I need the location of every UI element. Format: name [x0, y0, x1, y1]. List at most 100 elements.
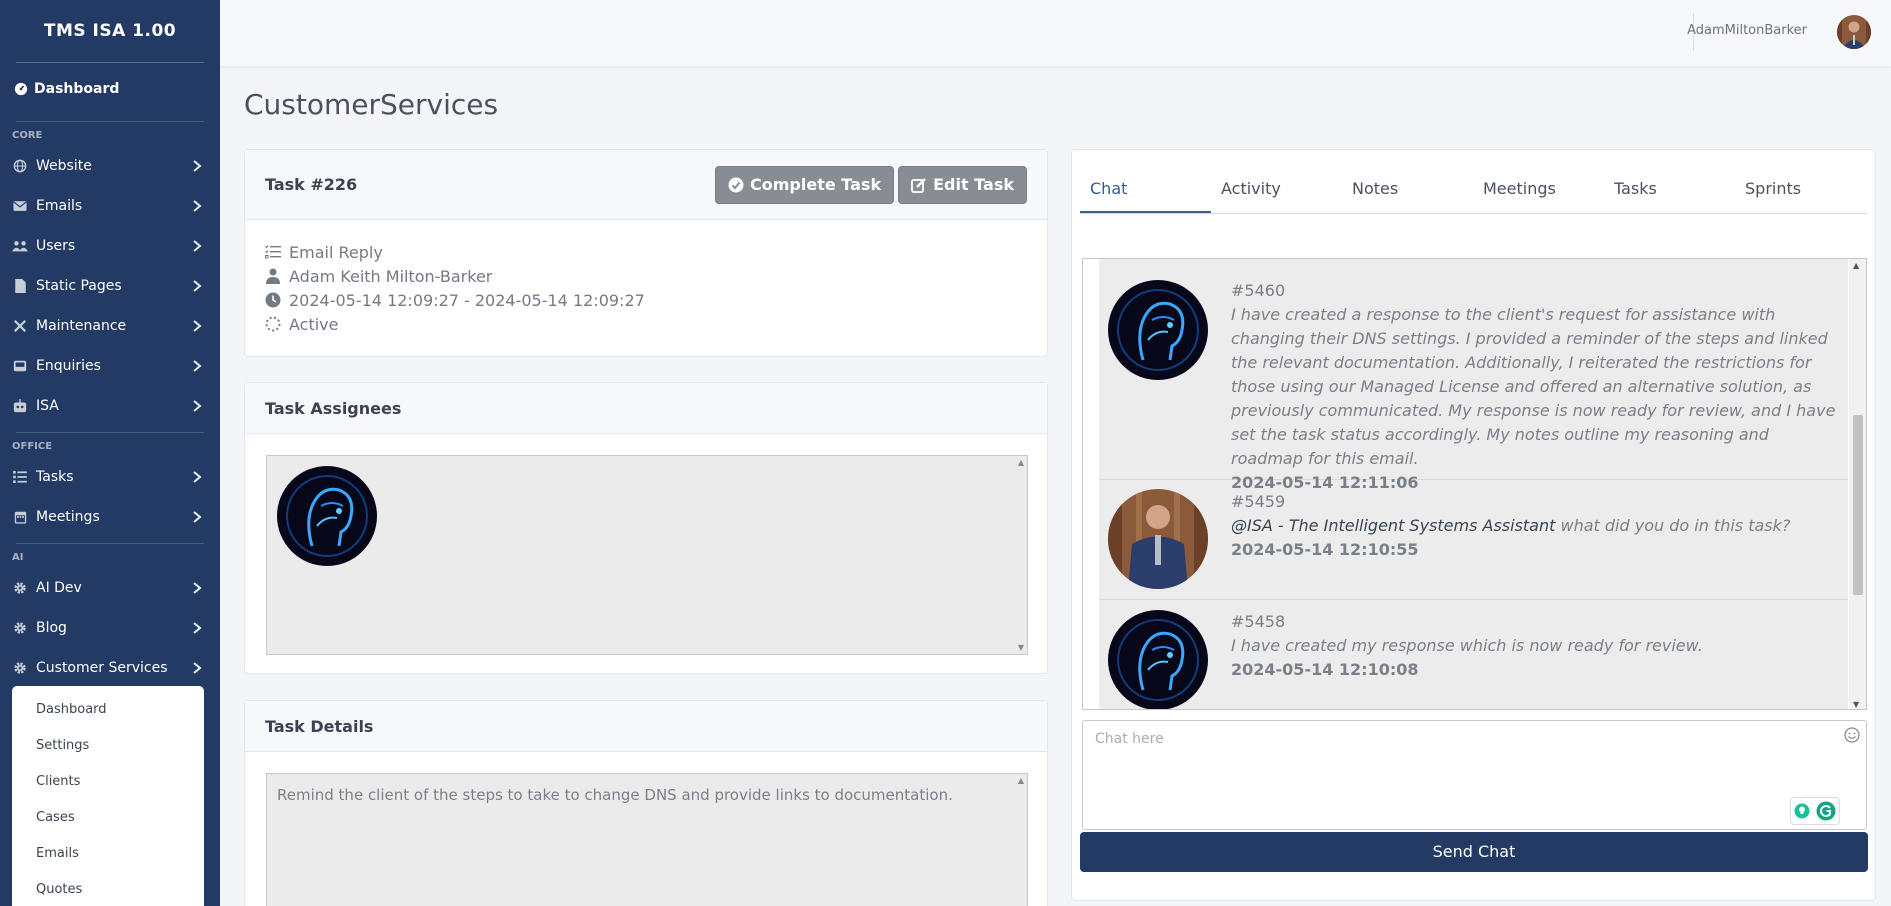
sidebar-item-website[interactable]: Website	[0, 146, 220, 186]
send-chat-button[interactable]: Send Chat	[1080, 832, 1868, 872]
sidebar-item-enquiries[interactable]: Enquiries	[0, 346, 220, 386]
section-heading-core: CORE	[12, 130, 43, 141]
task-dates: 2024-05-14 12:09:27 - 2024-05-14 12:09:2…	[289, 290, 645, 310]
check-circle-icon	[728, 177, 744, 192]
edit-task-button[interactable]: Edit Task	[898, 165, 1027, 204]
tab-notes[interactable]: Notes	[1342, 164, 1473, 213]
gear-icon	[12, 660, 28, 676]
sidebar-item-label: Tasks	[36, 469, 74, 485]
lightbulb-icon	[1794, 803, 1810, 819]
chat-message: #5459 @ISA - The Intelligent Systems Ass…	[1099, 480, 1848, 600]
sidebar-item-label: Maintenance	[36, 318, 127, 334]
sidebar-item-label: Static Pages	[36, 278, 122, 294]
chat-message-list: #5460 I have created a response to the c…	[1099, 259, 1848, 709]
tab-sprints[interactable]: Sprints	[1735, 164, 1866, 213]
submenu-item-dashboard[interactable]: Dashboard	[12, 692, 204, 728]
tab-tasks[interactable]: Tasks	[1604, 164, 1735, 213]
task-owner: Adam Keith Milton-Barker	[289, 266, 493, 286]
spinner-icon	[265, 316, 281, 332]
emoji-icon[interactable]	[1844, 727, 1860, 747]
task-title: Task #226	[265, 175, 358, 194]
task-card: Task #226 Complete Task Edit Task Email …	[244, 149, 1048, 357]
customer-services-submenu: Dashboard Settings Clients Cases Emails …	[12, 686, 204, 906]
sidebar-item-label: Users	[36, 238, 76, 254]
edit-task-label: Edit Task	[933, 175, 1014, 194]
file-icon	[12, 278, 28, 294]
complete-task-button[interactable]: Complete Task	[715, 165, 895, 204]
scroll-up-arrow[interactable]: ▲	[1018, 458, 1024, 467]
assignee-avatar[interactable]	[277, 466, 377, 566]
user-avatar[interactable]	[1837, 15, 1871, 49]
assignees-list[interactable]: ▲ ▼	[266, 455, 1028, 655]
task-dates-row: 2024-05-14 12:09:27 - 2024-05-14 12:09:2…	[265, 288, 1027, 312]
chat-input[interactable]: Chat here	[1082, 720, 1867, 830]
complete-task-label: Complete Task	[750, 175, 882, 194]
submenu-item-quotes[interactable]: Quotes	[12, 872, 204, 906]
task-assignees-card: Task Assignees ▲ ▼	[244, 382, 1048, 674]
sidebar-item-static-pages[interactable]: Static Pages	[0, 266, 220, 306]
sidebar-item-blog[interactable]: Blog	[0, 608, 220, 648]
task-status-row: Active	[265, 312, 1027, 336]
chat-message-id: #5460	[1231, 281, 1286, 300]
sidebar-item-label: AI Dev	[36, 580, 82, 596]
submenu-item-clients[interactable]: Clients	[12, 764, 204, 800]
inbox-icon	[12, 358, 28, 374]
chat-message-body: #5458 I have created my response which i…	[1231, 610, 1840, 682]
task-details-text-box[interactable]: Remind the client of the steps to take t…	[266, 773, 1028, 906]
sidebar-item-label: Meetings	[36, 509, 100, 525]
sidebar-item-meetings[interactable]: Meetings	[0, 497, 220, 537]
chat-message-time: 2024-05-14 12:10:08	[1231, 660, 1419, 679]
sidebar-item-emails[interactable]: Emails	[0, 186, 220, 226]
scroll-up-arrow[interactable]: ▲	[1018, 776, 1024, 785]
globe-icon	[12, 158, 28, 174]
sidebar-item-ai-dev[interactable]: AI Dev	[0, 568, 220, 608]
task-details-title: Task Details	[265, 716, 374, 736]
page-title: CustomerServices	[244, 88, 499, 121]
sidebar-item-label: ISA	[36, 398, 59, 414]
sidebar-item-dashboard[interactable]: Dashboard	[0, 63, 220, 115]
chevron-right-icon	[192, 510, 202, 524]
sidebar-item-users[interactable]: Users	[0, 226, 220, 266]
chevron-right-icon	[192, 621, 202, 635]
tab-meetings[interactable]: Meetings	[1473, 164, 1604, 213]
submenu-item-emails[interactable]: Emails	[12, 836, 204, 872]
sidebar: TMS ISA 1.00 Dashboard CORE Website Emai…	[0, 0, 220, 906]
chat-scrollbar[interactable]: ▲ ▼	[1849, 259, 1866, 709]
gear-icon	[12, 580, 28, 596]
sidebar-item-isa[interactable]: ISA	[0, 386, 220, 426]
chevron-right-icon	[192, 581, 202, 595]
sidebar-item-label: Emails	[36, 198, 83, 214]
task-owner-row: Adam Keith Milton-Barker	[265, 264, 1027, 288]
chevron-right-icon	[192, 661, 202, 675]
app-title[interactable]: TMS ISA 1.00	[0, 0, 220, 62]
submenu-item-settings[interactable]: Settings	[12, 728, 204, 764]
divider	[16, 121, 204, 122]
tab-activity[interactable]: Activity	[1211, 164, 1342, 213]
section-heading-ai: AI	[12, 552, 24, 563]
section-heading-office: OFFICE	[12, 441, 53, 452]
task-meta: Email Reply Adam Keith Milton-Barker 202…	[245, 220, 1047, 356]
sidebar-item-maintenance[interactable]: Maintenance	[0, 306, 220, 346]
grammarly-widget[interactable]	[1790, 797, 1840, 825]
dashboard-icon	[14, 82, 28, 96]
scroll-up-arrow[interactable]: ▲	[1853, 261, 1859, 270]
scrollbar-thumb[interactable]	[1853, 415, 1863, 595]
sidebar-item-label: Blog	[36, 620, 67, 636]
sidebar-item-tasks[interactable]: Tasks	[0, 457, 220, 497]
chevron-right-icon	[192, 239, 202, 253]
sidebar-item-customer-services[interactable]: Customer Services	[0, 648, 220, 688]
divider	[16, 543, 204, 544]
chevron-right-icon	[192, 159, 202, 173]
chat-mention[interactable]: @ISA - The Intelligent Systems Assistant	[1231, 516, 1555, 535]
chevron-right-icon	[192, 319, 202, 333]
task-type-row: Email Reply	[265, 240, 1027, 264]
scroll-down-arrow[interactable]: ▼	[1853, 700, 1859, 709]
chevron-right-icon	[192, 199, 202, 213]
tab-chat[interactable]: Chat	[1080, 164, 1211, 213]
username[interactable]: AdamMiltonBarker	[1687, 0, 1807, 62]
submenu-item-cases[interactable]: Cases	[12, 800, 204, 836]
scroll-down-arrow[interactable]: ▼	[1018, 643, 1024, 652]
chat-messages-panel[interactable]: #5460 I have created a response to the c…	[1082, 258, 1867, 710]
chat-message-text: @ISA - The Intelligent Systems Assistant…	[1231, 514, 1840, 538]
clock-icon	[265, 292, 281, 308]
